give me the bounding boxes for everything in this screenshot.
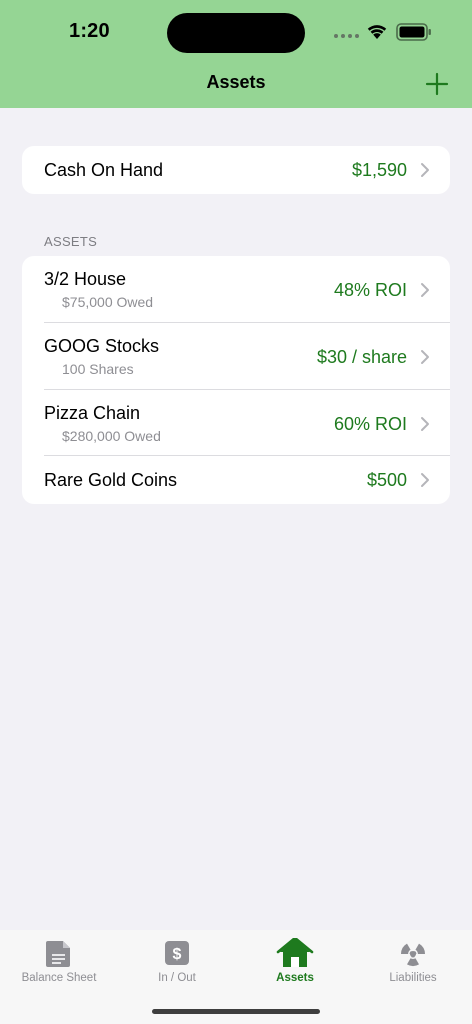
dollar-icon: $	[165, 941, 189, 965]
tab-liabilities[interactable]: Liabilities	[354, 930, 472, 990]
asset-title: Pizza Chain	[44, 403, 141, 423]
tab-label: In / Out	[158, 972, 196, 984]
document-icon	[46, 941, 70, 967]
chevron-right-icon	[421, 350, 429, 364]
radiation-icon	[401, 943, 425, 967]
asset-subtitle: $280,000 Owed	[62, 428, 161, 444]
asset-title: GOOG Stocks	[44, 336, 160, 356]
cash-value: $1,590	[351, 160, 407, 180]
chevron-right-icon	[421, 163, 429, 177]
battery-icon	[396, 23, 431, 41]
tab-label: Assets	[276, 972, 314, 984]
house-icon	[276, 938, 314, 967]
asset-title: 3/2 House	[44, 269, 127, 289]
page-title: Assets	[206, 72, 266, 92]
chevron-right-icon	[421, 473, 429, 487]
tab-balance-sheet[interactable]: Balance Sheet	[0, 930, 118, 990]
tab-label: Balance Sheet	[21, 972, 97, 984]
asset-value: $500	[366, 470, 407, 490]
asset-value: $30 / share	[316, 347, 407, 367]
asset-value: 60% ROI	[333, 414, 407, 434]
asset-value: 48% ROI	[333, 280, 407, 300]
home-indicator[interactable]	[152, 1009, 320, 1014]
chevron-right-icon	[421, 417, 429, 431]
tab-label: Liabilities	[389, 972, 437, 984]
dynamic-island	[167, 13, 305, 53]
tab-assets[interactable]: Assets	[236, 930, 354, 990]
cellular-signal-icon	[334, 34, 360, 40]
list-item[interactable]: Rare Gold Coins $500	[22, 456, 450, 504]
asset-subtitle: 100 Shares	[62, 361, 134, 377]
cash-label: Cash On Hand	[44, 160, 164, 180]
asset-title: Rare Gold Coins	[44, 470, 178, 490]
list-item[interactable]: Pizza Chain $280,000 Owed 60% ROI	[22, 390, 450, 456]
svg-text:$: $	[173, 946, 182, 963]
assets-list: 3/2 House $75,000 Owed 48% ROI GOOG Stoc…	[22, 256, 450, 504]
status-time: 1:20	[69, 20, 110, 42]
cash-on-hand-row[interactable]: Cash On Hand $1,590	[22, 146, 450, 194]
plus-icon[interactable]	[424, 71, 450, 97]
list-item[interactable]: 3/2 House $75,000 Owed 48% ROI	[22, 256, 450, 322]
wifi-icon	[367, 25, 387, 39]
tab-in-out[interactable]: $ In / Out	[118, 930, 236, 990]
list-item[interactable]: GOOG Stocks 100 Shares $30 / share	[22, 323, 450, 389]
chevron-right-icon	[421, 283, 429, 297]
asset-subtitle: $75,000 Owed	[62, 294, 154, 310]
section-header-assets: ASSETS	[44, 234, 98, 249]
top-bar: 1:20 Assets	[0, 0, 472, 108]
